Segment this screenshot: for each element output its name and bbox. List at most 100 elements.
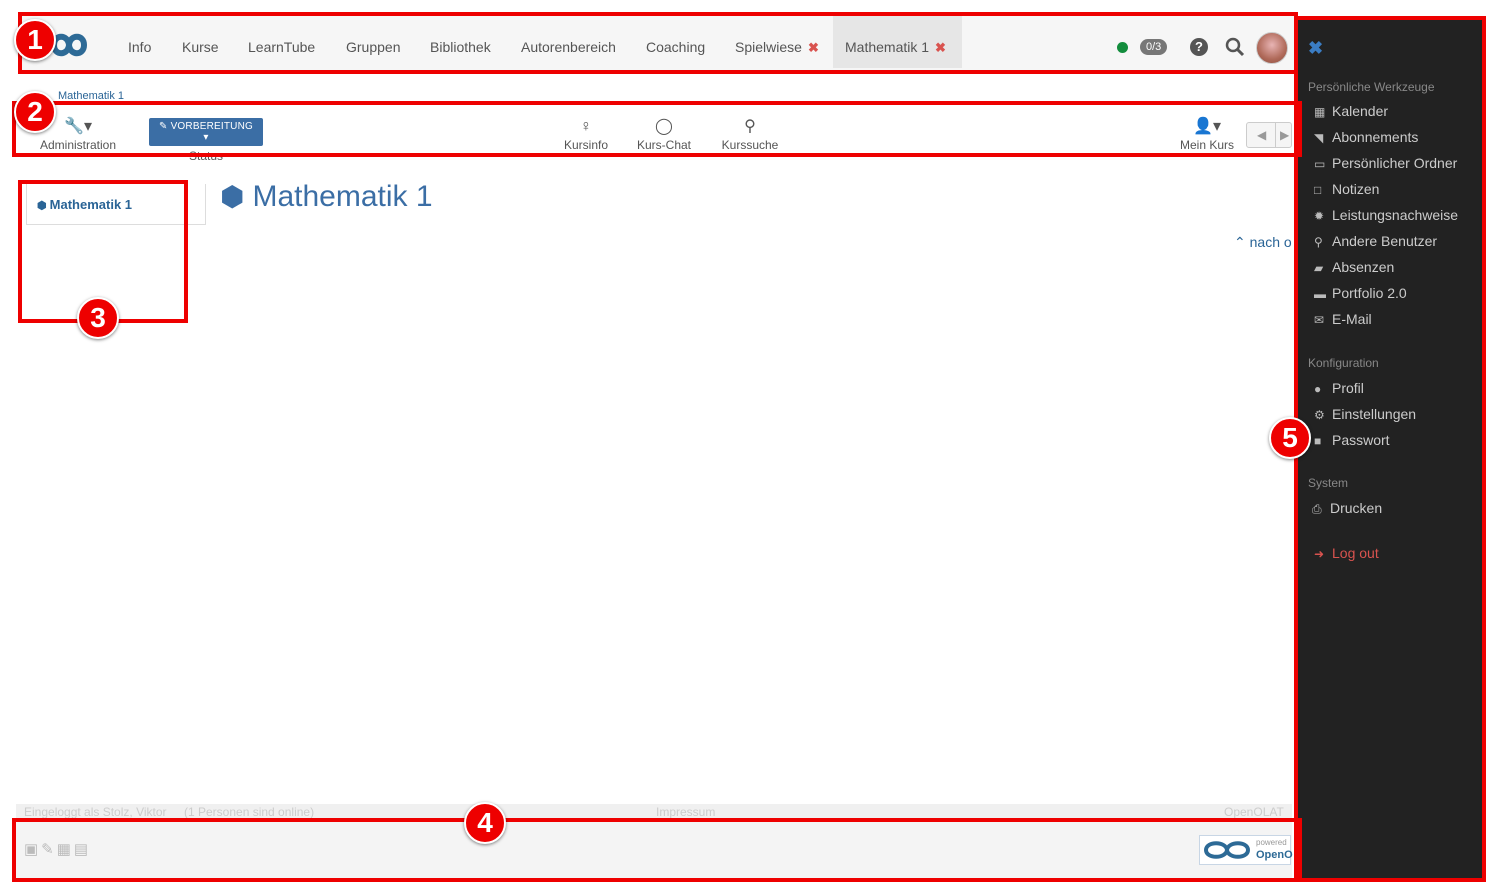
menu-item-label: Andere Benutzer bbox=[1332, 233, 1438, 249]
cubes-icon: ⬢ bbox=[220, 181, 245, 212]
close-tab-icon[interactable]: ✖ bbox=[808, 40, 819, 55]
menu-item-notizen[interactable]: □ Notizen bbox=[1314, 181, 1379, 197]
book-icon: ▰ bbox=[1314, 261, 1324, 275]
print-icon: ⎙ bbox=[1312, 502, 1322, 516]
menu-item-kalender[interactable]: ▦ Kalender bbox=[1314, 103, 1388, 119]
sign-out-icon: ➜ bbox=[1314, 547, 1325, 561]
nav-tab-label: Mathematik 1 bbox=[845, 39, 930, 55]
annotation-badge-2: 2 bbox=[14, 91, 56, 133]
course-toolbar: 🔧▾ Administration ✎ VORBEREITUNG ▾ Statu… bbox=[16, 106, 1292, 163]
menu-item-andere-benutzer[interactable]: ⚲ Andere Benutzer bbox=[1314, 233, 1437, 249]
logout-label: Log out bbox=[1332, 545, 1379, 561]
menu-item-label: Persönlicher Ordner bbox=[1332, 155, 1458, 171]
previous-icon[interactable]: ◀ bbox=[1257, 123, 1266, 147]
menu-item-label: Profil bbox=[1332, 380, 1364, 396]
close-tab-icon[interactable]: ✖ bbox=[935, 40, 946, 55]
menu-item-passwort[interactable]: ■ Passwort bbox=[1314, 432, 1390, 448]
powered-by-openolat-logo[interactable]: powered OpenO bbox=[1199, 835, 1293, 865]
close-icon[interactable]: ✖ bbox=[1308, 38, 1323, 59]
impressum-link[interactable]: Impressum bbox=[656, 805, 715, 819]
chat-count-badge[interactable]: 0/3 bbox=[1140, 39, 1168, 55]
certificate-icon: ✹ bbox=[1314, 209, 1325, 223]
mein-kurs-label: Mein Kurs bbox=[1179, 138, 1235, 152]
logout-link[interactable]: ➜ Log out bbox=[1314, 545, 1379, 561]
search-icon[interactable] bbox=[1225, 37, 1245, 57]
menu-item-label: Drucken bbox=[1330, 500, 1383, 516]
nav-tab-mathematik[interactable]: Mathematik 1 ✖ bbox=[833, 16, 962, 68]
menu-item-label: Einstellungen bbox=[1332, 406, 1417, 422]
gears-icon: ⚙ bbox=[1314, 408, 1325, 422]
page-title: ⬢ Mathematik 1 bbox=[220, 180, 433, 214]
status-label: Status bbox=[188, 149, 224, 163]
menu-item-label: Absenzen bbox=[1332, 259, 1395, 275]
chat-bubble-icon: ◯ bbox=[655, 118, 673, 135]
menu-item-label: Leistungsnachweise bbox=[1332, 207, 1459, 223]
chevron-up-icon: ⌃ bbox=[1234, 234, 1250, 250]
mein-kurs-menu[interactable]: 👤▾ Mein Kurs bbox=[1176, 116, 1238, 152]
menu-item-label: Abonnements bbox=[1332, 129, 1419, 145]
version-text: OpenOLAT bbox=[1224, 805, 1284, 819]
online-users-text[interactable]: (1 Personen sind online) bbox=[184, 805, 314, 819]
pager-buttons[interactable]: ◀ ▶ bbox=[1246, 122, 1292, 148]
menu-item-absenzen[interactable]: ▰ Absenzen bbox=[1314, 259, 1394, 275]
footer: ▣✎▦▤ powered OpenO bbox=[16, 822, 1293, 880]
brand-text: OpenO bbox=[1256, 849, 1293, 861]
online-status-icon[interactable] bbox=[1117, 42, 1128, 53]
annotation-badge-5: 5 bbox=[1269, 417, 1311, 459]
course-menu: ⬢ Mathematik 1 bbox=[26, 184, 206, 225]
status-value: VORBEREITUNG bbox=[170, 121, 253, 132]
user-icon: 👤▾ bbox=[1193, 118, 1221, 135]
menu-item-einstellungen[interactable]: ⚙ Einstellungen bbox=[1314, 406, 1416, 422]
footer-tool-icons[interactable]: ▣✎▦▤ bbox=[24, 840, 91, 858]
to-top-label: nach o bbox=[1249, 234, 1292, 250]
top-navigation: Info Kurse LearnTube Gruppen Bibliothek … bbox=[20, 16, 1294, 73]
calendar-icon: ▦ bbox=[1314, 105, 1326, 119]
user-avatar[interactable] bbox=[1256, 32, 1288, 64]
next-icon[interactable]: ▶ bbox=[1280, 123, 1289, 147]
section-heading: System bbox=[1308, 476, 1349, 490]
nav-tab-kurse[interactable]: Kurse bbox=[182, 16, 219, 68]
help-icon[interactable]: ? bbox=[1190, 38, 1208, 56]
menu-item-label: Notizen bbox=[1332, 181, 1380, 197]
nav-tab-spielwiese[interactable]: Spielwiese ✖ bbox=[735, 16, 819, 68]
search-icon: ⚲ bbox=[1314, 235, 1323, 249]
nav-tab-gruppen[interactable]: Gruppen bbox=[346, 16, 400, 68]
page-title-text: Mathematik 1 bbox=[252, 180, 433, 213]
menu-item-label: Portfolio 2.0 bbox=[1332, 285, 1407, 301]
nav-tab-info[interactable]: Info bbox=[128, 16, 151, 68]
status-button[interactable]: ✎ VORBEREITUNG ▾ bbox=[149, 118, 263, 146]
annotation-badge-4: 4 bbox=[464, 802, 506, 844]
powered-text: powered bbox=[1256, 838, 1287, 847]
menu-item-profil[interactable]: ● Profil bbox=[1314, 380, 1364, 396]
nav-tab-label: Spielwiese bbox=[735, 39, 802, 55]
pencil-icon: ✎ bbox=[159, 121, 171, 132]
menu-item-persoenlicher-ordner[interactable]: ▭ Persönlicher Ordner bbox=[1314, 155, 1457, 171]
menu-item-portfolio[interactable]: ▬ Portfolio 2.0 bbox=[1314, 285, 1407, 301]
kurschat-label: Kurs-Chat bbox=[636, 138, 692, 152]
status-dropdown[interactable]: ✎ VORBEREITUNG ▾ Status bbox=[149, 118, 263, 163]
rss-icon: ◥ bbox=[1314, 131, 1324, 145]
menu-item-drucken[interactable]: ⎙ Drucken bbox=[1312, 500, 1382, 517]
nav-tab-learntube[interactable]: LearnTube bbox=[248, 16, 315, 68]
to-top-link[interactable]: ⌃ nach o bbox=[1234, 234, 1292, 251]
menu-item-leistungsnachweise[interactable]: ✹ Leistungsnachweise bbox=[1314, 207, 1458, 223]
user-icon: ● bbox=[1314, 382, 1322, 396]
kursinfo-label: Kursinfo bbox=[563, 138, 609, 152]
section-heading: Persönliche Werkzeuge bbox=[1308, 80, 1435, 94]
envelope-icon: ✉ bbox=[1314, 313, 1325, 327]
kurssuche-button[interactable]: ⚲ Kurssuche bbox=[718, 116, 782, 152]
kursinfo-button[interactable]: ♀ Kursinfo bbox=[561, 116, 611, 152]
folder-icon: ▭ bbox=[1314, 157, 1326, 171]
menu-item-label: Kalender bbox=[1332, 103, 1389, 119]
breadcrumb[interactable]: Mathematik 1 bbox=[58, 90, 124, 102]
menu-item-abonnements[interactable]: ◥ Abonnements bbox=[1314, 129, 1418, 145]
nav-tab-bibliothek[interactable]: Bibliothek bbox=[430, 16, 491, 68]
menu-item-mathematik[interactable]: ⬢ Mathematik 1 bbox=[37, 197, 132, 212]
nav-tab-autorenbereich[interactable]: Autorenbereich bbox=[521, 16, 616, 68]
menu-item-email[interactable]: ✉ E-Mail bbox=[1314, 311, 1372, 327]
menu-item-label: Passwort bbox=[1332, 432, 1390, 448]
note-icon: □ bbox=[1314, 183, 1322, 197]
user-tools-panel: ✖ Persönliche Werkzeuge ▦ Kalender ◥ Abonn… bbox=[1296, 18, 1484, 880]
kurschat-button[interactable]: ◯ Kurs-Chat bbox=[634, 116, 694, 152]
nav-tab-coaching[interactable]: Coaching bbox=[646, 16, 705, 68]
